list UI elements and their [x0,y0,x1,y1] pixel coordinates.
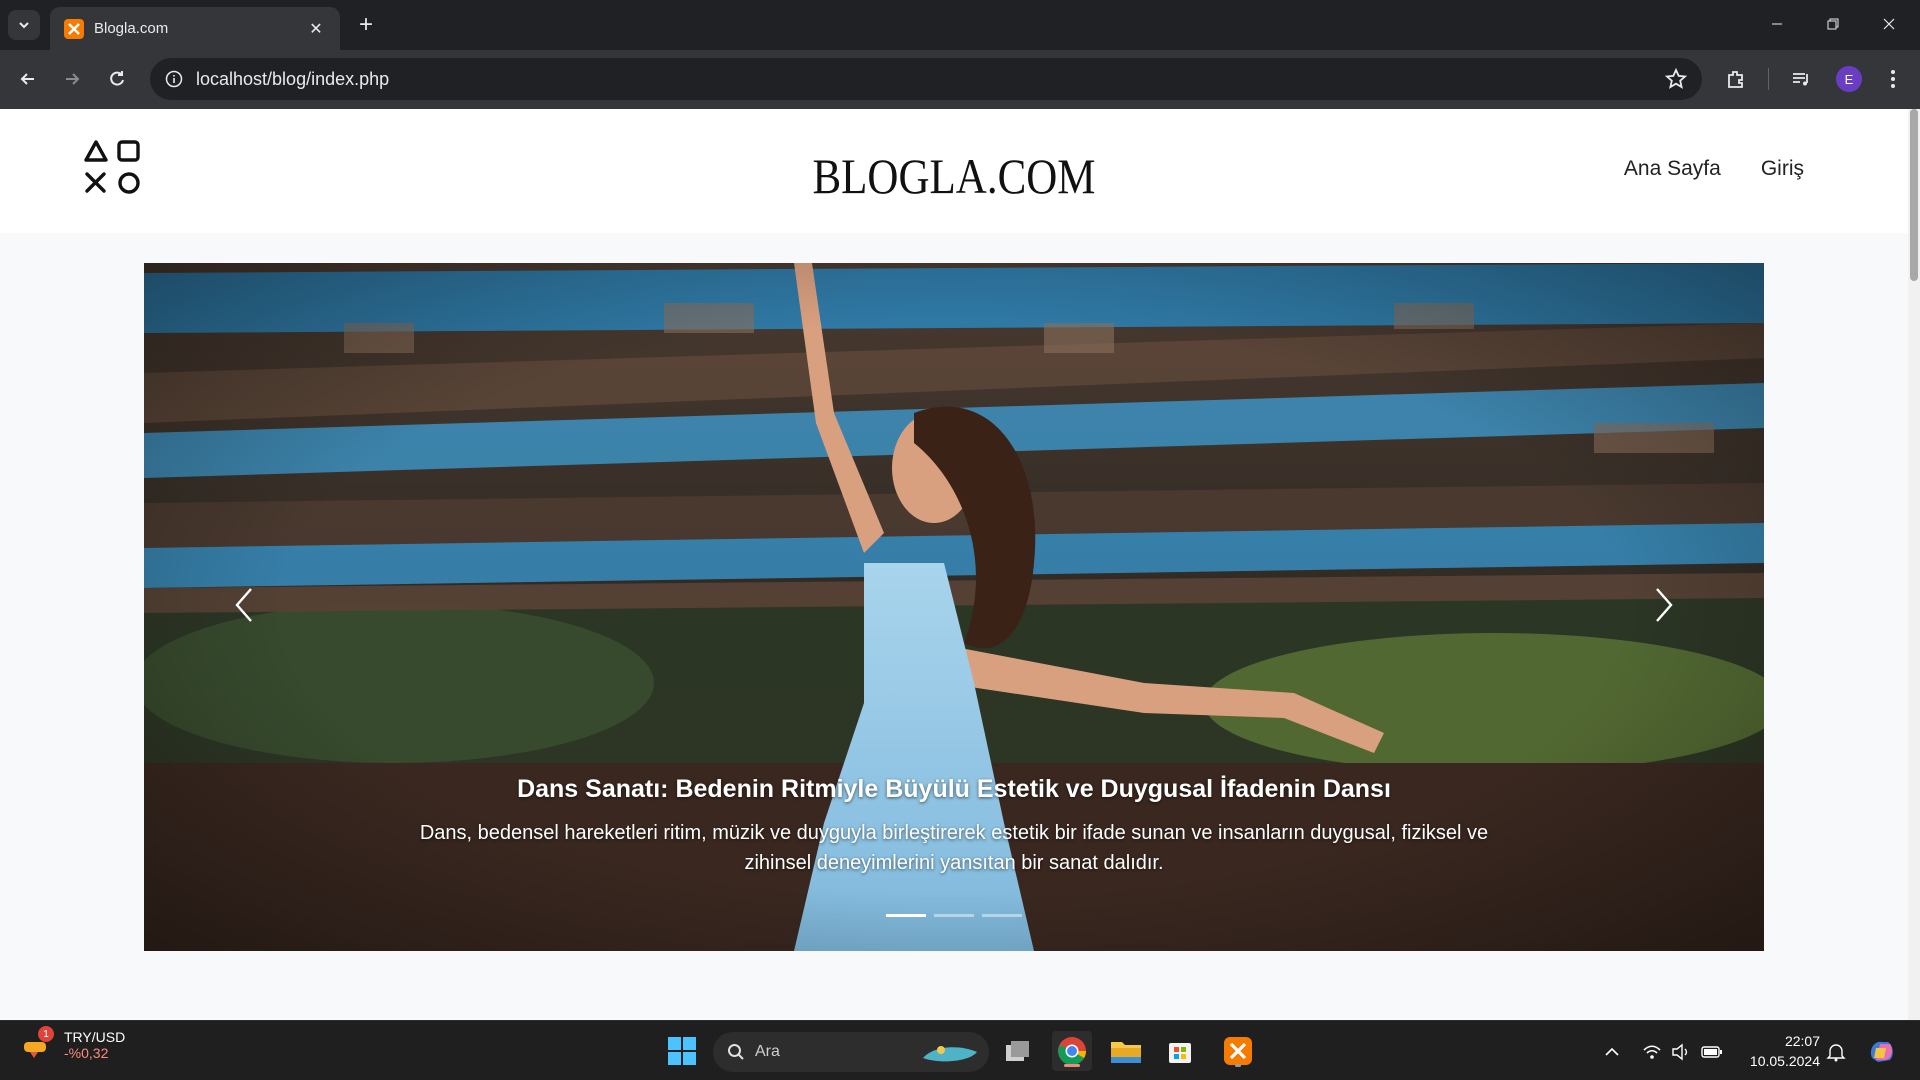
windows-start-icon[interactable] [662,1031,702,1071]
close-icon[interactable]: ✕ [306,19,326,39]
weather-chart-icon: 1 [22,1026,54,1060]
extensions-icon[interactable] [1720,63,1752,95]
carousel-indicator[interactable] [982,914,1022,917]
clock-date: 10.05.2024 [1749,1053,1820,1069]
notification-icon[interactable] [1825,1041,1847,1063]
xampp-icon [64,18,84,39]
carousel-next-button[interactable] [1644,575,1684,635]
info-icon[interactable] [162,67,186,91]
browser-tab[interactable]: Blogla.com ✕ [50,7,340,50]
chevron-right-icon [1656,588,1673,622]
restore-icon[interactable] [1810,6,1856,42]
clock-time: 22:07 [1784,1033,1820,1049]
tab-title: Blogla.com [94,20,169,37]
forward-icon[interactable] [56,63,88,95]
windows-taskbar: 1 TRY/USD -%0,32 Ara 22:07 10.05.2024 [0,1020,1920,1080]
slide-title: Dans Sanatı: Bedenin Ritmiyle Büyülü Est… [517,775,1391,803]
file-explorer-icon[interactable] [1106,1031,1146,1071]
main-nav: Ana Sayfa Giriş [1624,157,1804,181]
search-icon [728,1044,744,1060]
nav-link-login[interactable]: Giriş [1761,157,1804,181]
widget-title: TRY/USD [64,1029,126,1045]
back-icon[interactable] [12,63,44,95]
task-view-icon[interactable] [998,1031,1038,1071]
carousel-indicator[interactable] [886,914,926,917]
profile-avatar[interactable]: E [1836,66,1862,92]
store-icon[interactable] [1160,1031,1200,1071]
taskbar-clock[interactable]: 22:07 10.05.2024 [1740,1031,1820,1071]
site-brand-title[interactable]: BLOGLA.COM [134,147,1775,205]
nav-link-home[interactable]: Ana Sayfa [1624,157,1721,181]
search-highlight-icon [923,1046,977,1062]
carousel-indicator[interactable] [934,914,974,917]
volume-icon[interactable] [1670,1041,1692,1063]
menu-icon[interactable] [1877,63,1909,95]
carousel-prev-button[interactable] [224,575,264,635]
slide-caption: Dans Sanatı: Bedenin Ritmiyle Büyülü Est… [144,775,1764,878]
chevron-left-icon [235,588,252,622]
chevron-up-icon[interactable] [1601,1041,1623,1063]
tab-list-button[interactable] [8,10,40,40]
tab-list-icon [19,22,29,29]
url-text[interactable]: localhost/blog/index.php [196,69,389,90]
address-bar[interactable]: localhost/blog/index.php [150,58,1702,100]
taskbar-search[interactable]: Ara [713,1032,989,1072]
browser-titlebar: Blogla.com ✕ + [0,0,1920,50]
browser-toolbar: localhost/blog/index.php E [0,50,1920,109]
site-header: BLOGLA.COM Ana Sayfa Giriş [0,109,1908,233]
plus-icon[interactable]: + [352,10,380,40]
running-indicator [1064,1064,1080,1067]
hero-carousel: Dans Sanatı: Bedenin Ritmiyle Büyülü Est… [144,263,1764,951]
battery-icon[interactable] [1701,1041,1723,1063]
minimize-icon[interactable] [1754,6,1800,42]
star-icon[interactable] [1664,67,1688,96]
search-placeholder: Ara [755,1043,780,1060]
carousel-indicators [144,914,1764,917]
toolbar-divider [1768,68,1769,90]
widget-badge: 1 [38,1026,54,1042]
xampp-taskbar-icon[interactable] [1218,1031,1258,1071]
chrome-icon[interactable] [1052,1031,1092,1071]
reload-icon[interactable] [101,63,133,95]
running-indicator [1235,1064,1241,1067]
scrollbar-thumb[interactable] [1910,109,1918,281]
media-icon[interactable] [1785,63,1817,95]
slide-description: Dans, bedensel hareketleri ritim, müzik … [419,822,1489,874]
wifi-icon[interactable] [1641,1041,1663,1063]
currency-widget[interactable]: 1 TRY/USD -%0,32 [22,1026,126,1061]
copilot-icon[interactable] [1866,1036,1896,1066]
page-scrollbar[interactable] [1908,109,1920,1020]
window-close-icon[interactable] [1866,6,1912,42]
widget-value: -%0,32 [64,1045,109,1061]
web-page: BLOGLA.COM Ana Sayfa Giriş Dans Sanatı: … [0,109,1908,1020]
